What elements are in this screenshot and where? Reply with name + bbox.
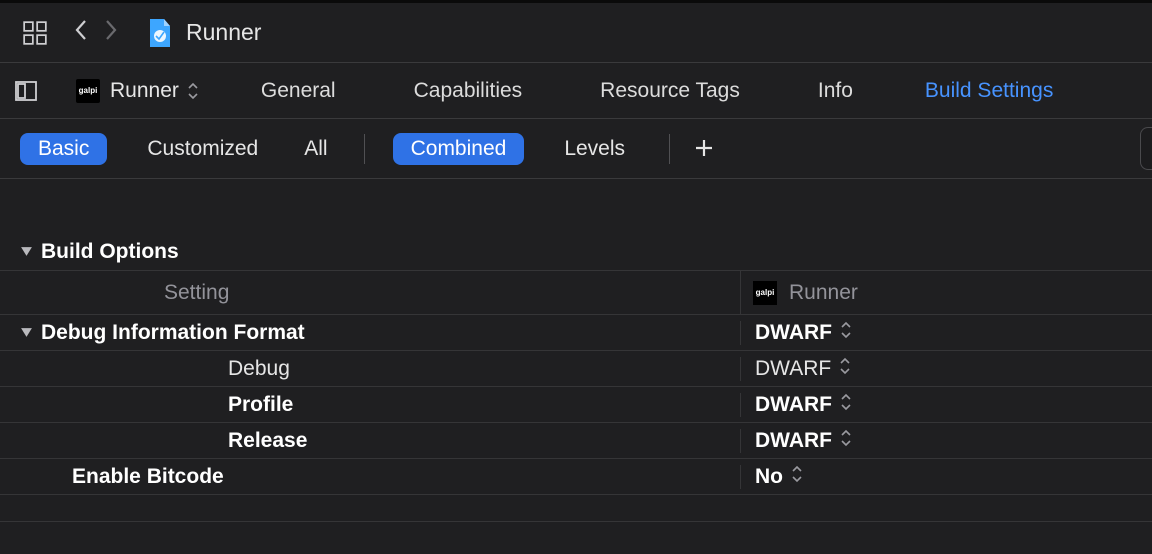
column-header-target[interactable]: galpi Runner (753, 281, 1152, 305)
tab-capabilities[interactable]: Capabilities (414, 79, 523, 103)
column-target-label: Runner (789, 281, 858, 305)
disclosure-triangle-icon[interactable] (20, 326, 33, 339)
setting-value-text: DWARF (755, 357, 831, 381)
target-app-icon: galpi (753, 281, 777, 305)
divider (669, 134, 670, 164)
target-app-icon: galpi (76, 79, 100, 103)
column-divider (740, 321, 741, 345)
filter-basic[interactable]: Basic (20, 133, 107, 165)
setting-label: Enable Bitcode (72, 465, 224, 489)
setting-label: Profile (228, 393, 293, 417)
setting-value-debug-info-format[interactable]: DWARF (740, 321, 1152, 345)
column-header-setting[interactable]: Setting (0, 281, 740, 305)
chevron-updown-icon (839, 357, 851, 381)
target-tabs-bar: galpi Runner General Capabilities Resour… (0, 63, 1152, 119)
chevron-updown-icon (840, 393, 852, 417)
column-divider (740, 429, 741, 453)
tab-general[interactable]: General (261, 79, 336, 103)
setting-value-text: No (755, 465, 783, 489)
setting-row-enable-bitcode[interactable]: Enable Bitcode No (0, 459, 1152, 495)
setting-value-enable-bitcode[interactable]: No (740, 465, 1152, 489)
setting-value-text: DWARF (755, 321, 832, 345)
setting-row-debug[interactable]: Debug DWARF (0, 351, 1152, 387)
nav-forward-button[interactable] (96, 17, 126, 48)
tab-build-settings[interactable]: Build Settings (925, 79, 1053, 103)
column-divider (740, 393, 741, 417)
project-file-icon (148, 19, 172, 47)
section-build-options[interactable]: Build Options (0, 233, 1152, 271)
chevron-updown-icon (840, 429, 852, 453)
column-divider (740, 357, 741, 381)
target-selector[interactable]: Runner (110, 79, 199, 103)
setting-label: Debug Information Format (41, 321, 305, 345)
setting-row-profile[interactable]: Profile DWARF (0, 387, 1152, 423)
setting-row-release[interactable]: Release DWARF (0, 423, 1152, 459)
setting-value-text: DWARF (755, 393, 832, 417)
section-end-divider (0, 521, 1152, 522)
setting-value-debug[interactable]: DWARF (740, 357, 1152, 381)
setting-row-debug-info-format[interactable]: Debug Information Format DWARF (0, 315, 1152, 351)
related-items-icon[interactable] (22, 20, 48, 46)
column-divider (740, 465, 741, 489)
editor-nav-bar: Runner (0, 3, 1152, 63)
chevron-updown-icon (187, 82, 199, 100)
add-build-setting-button[interactable] (694, 133, 714, 165)
setting-value-text: DWARF (755, 429, 832, 453)
setting-label: Debug (228, 357, 290, 381)
panel-toggle-icon[interactable] (14, 79, 38, 103)
disclosure-triangle-icon (20, 245, 33, 258)
filter-all[interactable]: All (286, 133, 345, 165)
setting-value-profile[interactable]: DWARF (740, 393, 1152, 417)
target-name-label: Runner (110, 79, 179, 103)
setting-value-release[interactable]: DWARF (740, 429, 1152, 453)
filter-levels[interactable]: Levels (546, 133, 643, 165)
settings-content: Build Options Setting galpi Runner Debug… (0, 179, 1152, 522)
breadcrumb-title[interactable]: Runner (186, 19, 261, 46)
search-field[interactable] (1140, 127, 1152, 170)
chevron-updown-icon (840, 321, 852, 345)
columns-header-row: Setting galpi Runner (0, 271, 1152, 315)
tab-resource-tags[interactable]: Resource Tags (600, 79, 740, 103)
column-divider (740, 271, 741, 314)
section-title: Build Options (41, 240, 179, 264)
filter-customized[interactable]: Customized (129, 133, 276, 165)
nav-back-button[interactable] (66, 17, 96, 48)
filter-bar: Basic Customized All Combined Levels (0, 119, 1152, 179)
filter-combined[interactable]: Combined (393, 133, 525, 165)
tab-info[interactable]: Info (818, 79, 853, 103)
divider (364, 134, 365, 164)
chevron-updown-icon (791, 465, 803, 489)
setting-label: Release (228, 429, 307, 453)
